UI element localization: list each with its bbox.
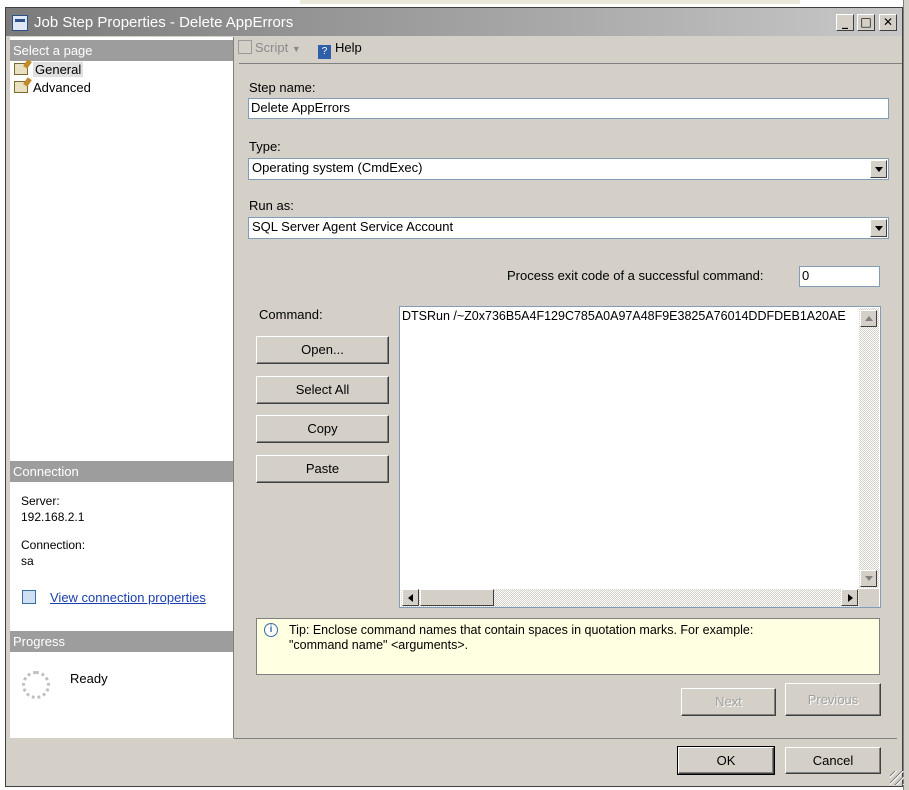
background-window-strip	[300, 0, 800, 4]
script-button[interactable]: Script ▼	[238, 40, 301, 55]
horizontal-scroll-thumb[interactable]	[420, 589, 494, 606]
script-label: Script	[255, 40, 289, 55]
help-label: Help	[335, 40, 362, 55]
job-step-properties-dialog: Job Step Properties - Delete AppErrors _…	[5, 7, 904, 787]
page-item-label: Advanced	[33, 80, 91, 95]
server-label: Server:	[21, 494, 60, 508]
open-button[interactable]: Open...	[256, 336, 389, 364]
chevron-down-icon: ▼	[291, 44, 301, 54]
vertical-scrollbar[interactable]	[859, 308, 879, 588]
step-name-label: Step name:	[249, 80, 316, 95]
exit-code-label: Process exit code of a successful comman…	[507, 268, 764, 283]
chevron-down-icon[interactable]	[870, 160, 887, 178]
progress-spinner-icon	[22, 671, 50, 699]
select-page-header: Select a page	[10, 40, 233, 61]
minimize-button[interactable]: _	[836, 14, 854, 31]
progress-status: Ready	[70, 671, 108, 686]
run-as-value: SQL Server Agent Service Account	[252, 219, 454, 234]
maximize-button[interactable]: □	[857, 14, 875, 31]
ok-button[interactable]: OK	[677, 746, 775, 775]
copy-button[interactable]: Copy	[256, 415, 389, 443]
run-as-label: Run as:	[249, 198, 294, 213]
help-icon: ?	[318, 45, 331, 59]
background-window-edge	[903, 0, 909, 790]
progress-header: Progress	[10, 631, 233, 652]
scroll-left-icon[interactable]	[402, 589, 419, 606]
scroll-down-icon[interactable]	[860, 570, 877, 587]
toolbar: Script ▼ ? Help	[234, 37, 902, 62]
tip-line-1: Tip: Enclose command names that contain …	[289, 623, 754, 637]
cancel-button[interactable]: Cancel	[785, 747, 881, 774]
footer-divider	[234, 738, 897, 739]
type-value: Operating system (CmdExec)	[252, 160, 423, 175]
exit-code-input[interactable]: 0	[799, 266, 880, 287]
tip-line-2: "command name" <arguments>.	[289, 638, 469, 652]
horizontal-scrollbar[interactable]	[401, 589, 859, 607]
connection-label: Connection:	[21, 538, 86, 552]
select-all-button[interactable]: Select All	[256, 376, 389, 404]
command-value: DTSRun /~Z0x736B5A4F129C785A0A97A48F9E38…	[402, 309, 846, 323]
paste-button[interactable]: Paste	[256, 455, 389, 483]
page-icon	[14, 81, 28, 93]
close-button[interactable]: ✕	[879, 14, 897, 31]
view-connection-properties-link[interactable]: View connection properties	[50, 590, 206, 605]
page-item-advanced[interactable]: Advanced	[14, 79, 91, 96]
type-select[interactable]: Operating system (CmdExec)	[248, 158, 889, 180]
connection-properties-icon	[22, 590, 36, 604]
window-title: Job Step Properties - Delete AppErrors	[34, 14, 294, 31]
resize-grip-icon[interactable]	[890, 771, 904, 785]
command-textarea[interactable]: DTSRun /~Z0x736B5A4F129C785A0A97A48F9E38…	[399, 306, 881, 608]
title-bar[interactable]: Job Step Properties - Delete AppErrors _…	[6, 8, 902, 36]
window-icon	[12, 15, 28, 31]
type-label: Type:	[249, 139, 281, 154]
left-panel: Select a page General Advanced Connectio…	[10, 37, 234, 738]
page-item-label: General	[33, 62, 84, 77]
next-button[interactable]: Next	[681, 688, 776, 716]
tip-text: Tip: Enclose command names that contain …	[289, 623, 849, 653]
help-button[interactable]: ? Help	[318, 40, 362, 59]
script-icon	[238, 40, 252, 54]
command-label: Command:	[259, 307, 323, 322]
scroll-right-icon[interactable]	[841, 589, 858, 606]
page-item-general[interactable]: General	[14, 61, 84, 78]
tip-box: i Tip: Enclose command names that contai…	[256, 618, 880, 675]
connection-header: Connection	[10, 461, 233, 482]
info-icon: i	[264, 623, 278, 637]
run-as-select[interactable]: SQL Server Agent Service Account	[248, 217, 889, 239]
chevron-down-icon[interactable]	[870, 219, 887, 237]
page-icon	[14, 63, 28, 75]
server-value: 192.168.2.1	[21, 510, 85, 524]
previous-button[interactable]: Previous	[785, 683, 881, 716]
scrollbar-corner	[859, 589, 879, 607]
connection-value: sa	[21, 554, 34, 568]
step-name-input[interactable]: Delete AppErrors	[248, 98, 889, 119]
scroll-up-icon[interactable]	[860, 310, 877, 327]
